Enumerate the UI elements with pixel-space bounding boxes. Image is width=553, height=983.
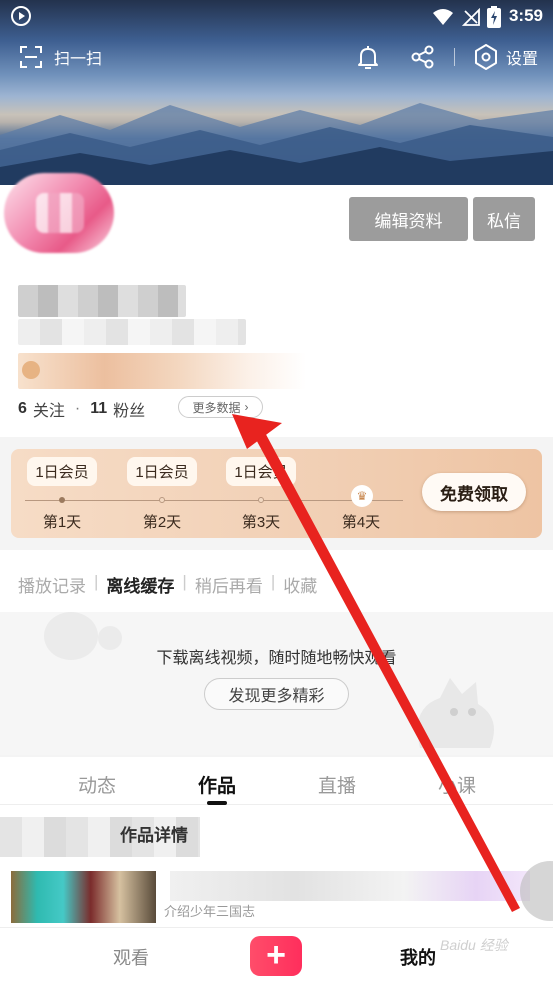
crown-icon <box>22 361 40 379</box>
bell-icon[interactable] <box>355 44 381 70</box>
status-bar: 3:59 <box>0 0 553 32</box>
day-3-badge: 1日会员 <box>225 457 297 486</box>
day-1-badge: 1日会员 <box>26 457 98 486</box>
vip-badge-pixelated[interactable] <box>18 353 306 389</box>
top-nav: 扫一扫 设置 <box>0 38 553 78</box>
tab-works[interactable]: 作品 <box>177 771 257 805</box>
settings-label: 设置 <box>506 51 539 68</box>
member-badge: 1日会员 <box>226 457 296 486</box>
battery-icon <box>487 6 501 28</box>
day-2-badge: 1日会员 <box>126 457 198 486</box>
share-icon[interactable] <box>410 44 436 70</box>
username-pixelated <box>18 285 186 317</box>
chevron-right-icon: › <box>244 400 249 414</box>
day-label: 第2天 <box>142 514 182 531</box>
tab-courses[interactable]: 小课 <box>417 771 497 798</box>
tab-separator: | <box>94 572 99 591</box>
crown-icon: ♛ <box>351 485 373 507</box>
scroll-hint <box>520 861 553 921</box>
tab-separator: | <box>182 572 187 591</box>
mountain-backdrop <box>0 103 553 185</box>
day-label: 第3天 <box>241 514 281 531</box>
tab-dynamics[interactable]: 动态 <box>57 771 137 798</box>
settings-button[interactable]: 设置 <box>474 44 538 70</box>
nav-mine[interactable]: 我的 <box>400 944 436 970</box>
profile-card: 编辑资料 私信 6 关注 · 11 粉丝 更多数据 › <box>0 173 553 437</box>
day-3-dot <box>258 497 264 503</box>
message-button[interactable]: 私信 <box>473 197 535 241</box>
day-2-dot <box>159 497 165 503</box>
vip-checkin-strip: 1日会员 1日会员 1日会员 ♛ 第1天 第2天 第3天 第4天 免费领取 <box>11 449 542 538</box>
stats-dot: · <box>74 400 81 417</box>
watermark: Baidu 经验 <box>440 937 508 953</box>
nav-watch[interactable]: 观看 <box>113 944 149 970</box>
fans-count[interactable]: 11 <box>90 400 107 418</box>
tab-live[interactable]: 直播 <box>297 771 377 798</box>
video-meta-pixelated <box>170 871 530 901</box>
create-plus-button[interactable]: + <box>250 936 302 976</box>
tab-watch-later[interactable]: 稍后再看 <box>195 572 263 597</box>
works-title[interactable]: 作品详情 <box>120 821 188 846</box>
edit-profile-button[interactable]: 编辑资料 <box>349 197 468 241</box>
member-badge: 1日会员 <box>27 457 97 486</box>
day-label: 第4天 <box>341 514 381 531</box>
day-label: 第1天 <box>42 514 82 531</box>
mascot-illustration <box>417 678 494 748</box>
day-1-dot <box>59 497 65 503</box>
more-data-label: 更多数据 <box>192 400 241 415</box>
video-thumbnail[interactable] <box>11 871 156 923</box>
status-time: 3:59 <box>508 6 543 25</box>
tab-favorites[interactable]: 收藏 <box>283 572 317 597</box>
progress-track <box>25 500 403 501</box>
scan-label: 扫一扫 <box>54 51 103 68</box>
history-tabs: 播放记录 | 离线缓存 | 稍后再看 | 收藏 <box>18 572 325 597</box>
avatar[interactable] <box>4 173 114 253</box>
video-description: 介绍少年三国志 <box>164 904 256 919</box>
content-tabs: 动态 作品 直播 小课 <box>0 757 553 805</box>
empty-message: 下载离线视频，随时随地畅快观看 <box>156 650 397 667</box>
claim-free-button[interactable]: 免费领取 <box>422 473 526 511</box>
tab-offline-cache[interactable]: 离线缓存 <box>106 572 174 597</box>
empty-state: 下载离线视频，随时随地畅快观看 发现更多精彩 <box>0 612 553 755</box>
works-list: 作品详情 介绍少年三国志 <box>0 805 553 927</box>
discover-more-button[interactable]: 发现更多精彩 <box>204 678 349 710</box>
more-data-button[interactable]: 更多数据 › <box>178 396 263 418</box>
bio-pixelated <box>18 319 246 345</box>
following-count[interactable]: 6 <box>18 400 27 418</box>
app-status-icon <box>11 6 31 26</box>
tab-separator: | <box>270 572 276 591</box>
gear-icon <box>475 44 497 70</box>
follow-stats: 6 关注 · 11 粉丝 <box>18 397 145 421</box>
history-section: 播放记录 | 离线缓存 | 稍后再看 | 收藏 下载离线视频，随时随地畅快观看 … <box>0 550 553 755</box>
fans-label[interactable]: 粉丝 <box>113 397 145 421</box>
scan-icon <box>20 46 42 68</box>
scan-button[interactable]: 扫一扫 <box>20 45 102 69</box>
header-banner: 3:59 扫一扫 设置 <box>0 0 553 185</box>
tab-play-history[interactable]: 播放记录 <box>18 572 86 597</box>
following-label[interactable]: 关注 <box>33 397 65 421</box>
sim-icon <box>462 8 480 26</box>
member-badge: 1日会员 <box>127 457 197 486</box>
divider <box>454 48 455 66</box>
wifi-icon <box>433 9 453 25</box>
